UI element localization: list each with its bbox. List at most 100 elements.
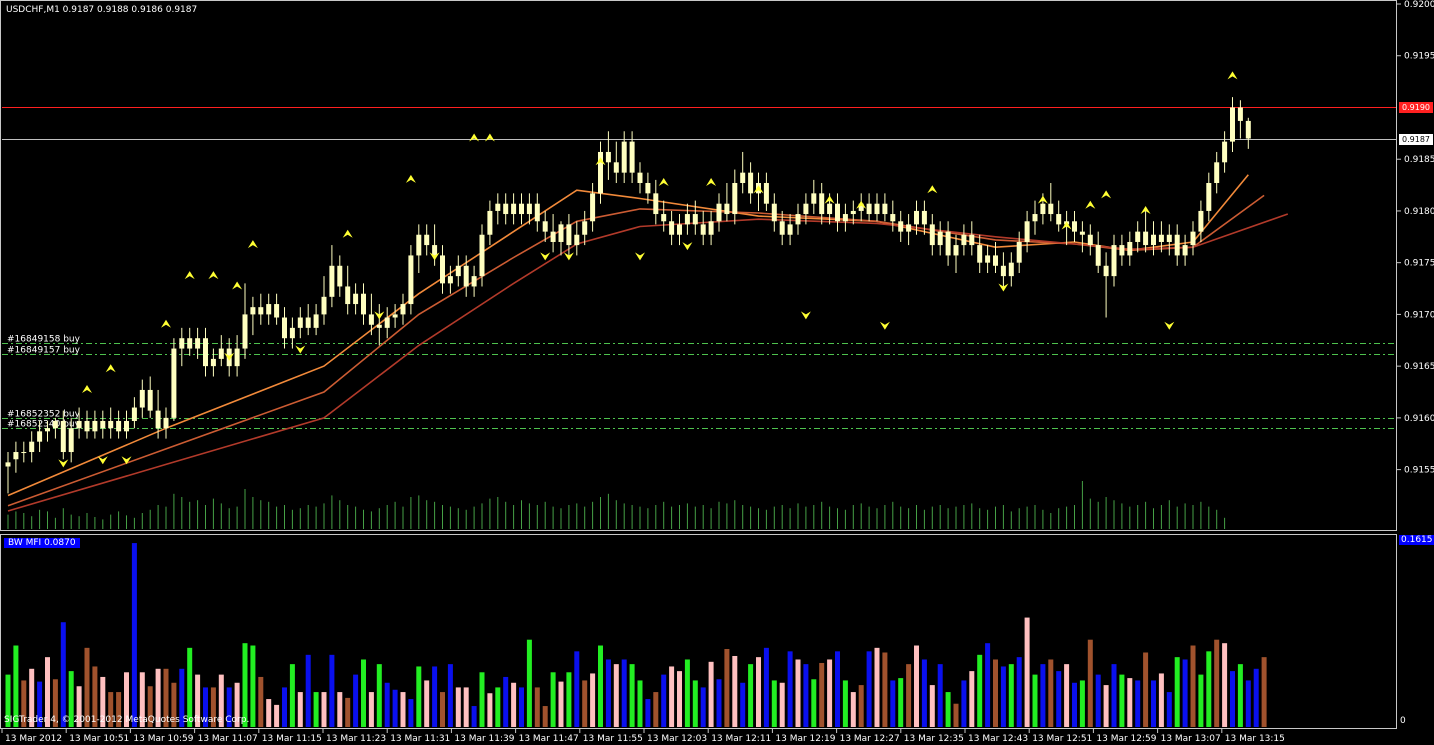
fractal-up-arrow [208, 271, 219, 280]
mfi-bar [1190, 645, 1196, 727]
mfi-bar [337, 692, 343, 727]
mfi-bar [653, 692, 659, 727]
candle-body [124, 420, 129, 432]
fractal-down-arrow [540, 252, 551, 261]
mfi-bar [487, 693, 493, 727]
candle-body [771, 203, 777, 222]
candle-body [645, 183, 651, 194]
mfi-bar [479, 672, 485, 727]
price-tick-label: 0.9185 [1404, 155, 1434, 165]
mfi-bar [621, 659, 627, 727]
mfi-bar [250, 645, 256, 727]
mfi-bar [1119, 674, 1125, 727]
mfi-bar [613, 664, 619, 727]
time-tick-label: 13 Mar 11:23 [326, 734, 386, 744]
candle-body [432, 245, 438, 256]
mfi-bar [677, 671, 682, 727]
fractal-up-arrow [405, 174, 416, 183]
candle-body [898, 221, 904, 232]
candle-body [29, 441, 35, 453]
candle-body [13, 452, 19, 460]
order-label: #16849157 buy [7, 346, 81, 356]
mfi-bar [874, 647, 880, 727]
fractal-up-arrow [105, 364, 116, 373]
candle-body [779, 221, 785, 235]
candle-body [1056, 214, 1062, 225]
mfi-bar [1135, 680, 1141, 727]
mfi-bar [1048, 659, 1054, 727]
candle-body [1166, 234, 1172, 242]
candle-body [724, 203, 730, 215]
candle-body [732, 183, 738, 215]
candle-body [929, 224, 935, 246]
mfi-bar [1056, 671, 1062, 727]
mfi-bar [748, 664, 754, 727]
fractal-up-arrow [484, 133, 495, 142]
candle-body [242, 314, 248, 349]
candle-body [274, 304, 280, 318]
time-tick-label: 13 Mar 11:31 [390, 734, 450, 744]
candle-body [953, 245, 959, 256]
mfi-bar [471, 706, 477, 727]
mfi-bar [1008, 664, 1014, 727]
indicator-label: BW MFI 0.0870 [4, 538, 80, 548]
mfi-bar [582, 680, 588, 727]
bid-price-tag: 0.9187 [1399, 133, 1433, 145]
candle-body [45, 428, 50, 432]
mfi-bar [1016, 657, 1022, 727]
time-tick-label: 13 Mar 2012 [5, 734, 62, 744]
time-tick-label: 13 Mar 13:15 [1225, 734, 1285, 744]
mfi-bar [313, 692, 319, 727]
chart-window[interactable]: #16849158 buy #16849157 buy #16852352 buy #… [0, 0, 1434, 745]
mfi-bar [503, 676, 509, 727]
mfi-bar [977, 654, 983, 727]
mfi-bar [945, 692, 951, 727]
fractal-up-arrow [927, 185, 938, 194]
mfi-bar [803, 664, 809, 727]
mfi-bar [1111, 664, 1117, 727]
mfi-bar [811, 679, 817, 727]
mfi-bar [534, 687, 540, 727]
price-tick-label: 0.9160 [1404, 414, 1434, 424]
price-tick-label: 0.9180 [1404, 207, 1434, 217]
mfi-bar [282, 687, 287, 727]
mfi-bar [392, 689, 398, 727]
mfi-bar [447, 664, 453, 727]
candle-body [692, 214, 698, 225]
mfi-bar [258, 676, 264, 727]
mfi-bar [763, 647, 769, 727]
mfi-bar [376, 664, 382, 727]
candle-body [961, 234, 967, 246]
order-label: #16849158 buy [7, 335, 81, 345]
mfi-bar [574, 651, 580, 727]
mfi-bar [1214, 639, 1220, 727]
candle-body [637, 172, 643, 184]
fractal-up-arrow [469, 133, 480, 142]
mfi-bar [1206, 651, 1212, 727]
candle-body [708, 221, 714, 235]
mfi-bar [1237, 664, 1243, 727]
mfi-bar [771, 680, 777, 727]
time-tick-label: 13 Mar 10:51 [69, 734, 129, 744]
candle-body [463, 265, 469, 287]
mfi-bar [368, 692, 374, 727]
fractal-up-arrow [342, 229, 353, 238]
mfi-bar [400, 692, 406, 727]
candle-body [1190, 231, 1196, 246]
candle-body [321, 296, 327, 315]
candle-body [416, 234, 422, 256]
candle-body [1127, 241, 1133, 256]
mfi-bar [361, 659, 366, 727]
candle-body [969, 234, 975, 246]
candle-body [21, 452, 27, 454]
candle-body [1237, 107, 1243, 121]
candle-body [1111, 245, 1117, 277]
candle-body [811, 193, 817, 204]
mfi-bar [1174, 657, 1180, 727]
mfi-bar [590, 673, 596, 727]
candle-body [376, 324, 382, 328]
candle-body [234, 348, 240, 367]
mfi-bar [1000, 666, 1006, 727]
mfi-bar [827, 659, 833, 727]
time-tick-label: 13 Mar 11:15 [262, 734, 322, 744]
